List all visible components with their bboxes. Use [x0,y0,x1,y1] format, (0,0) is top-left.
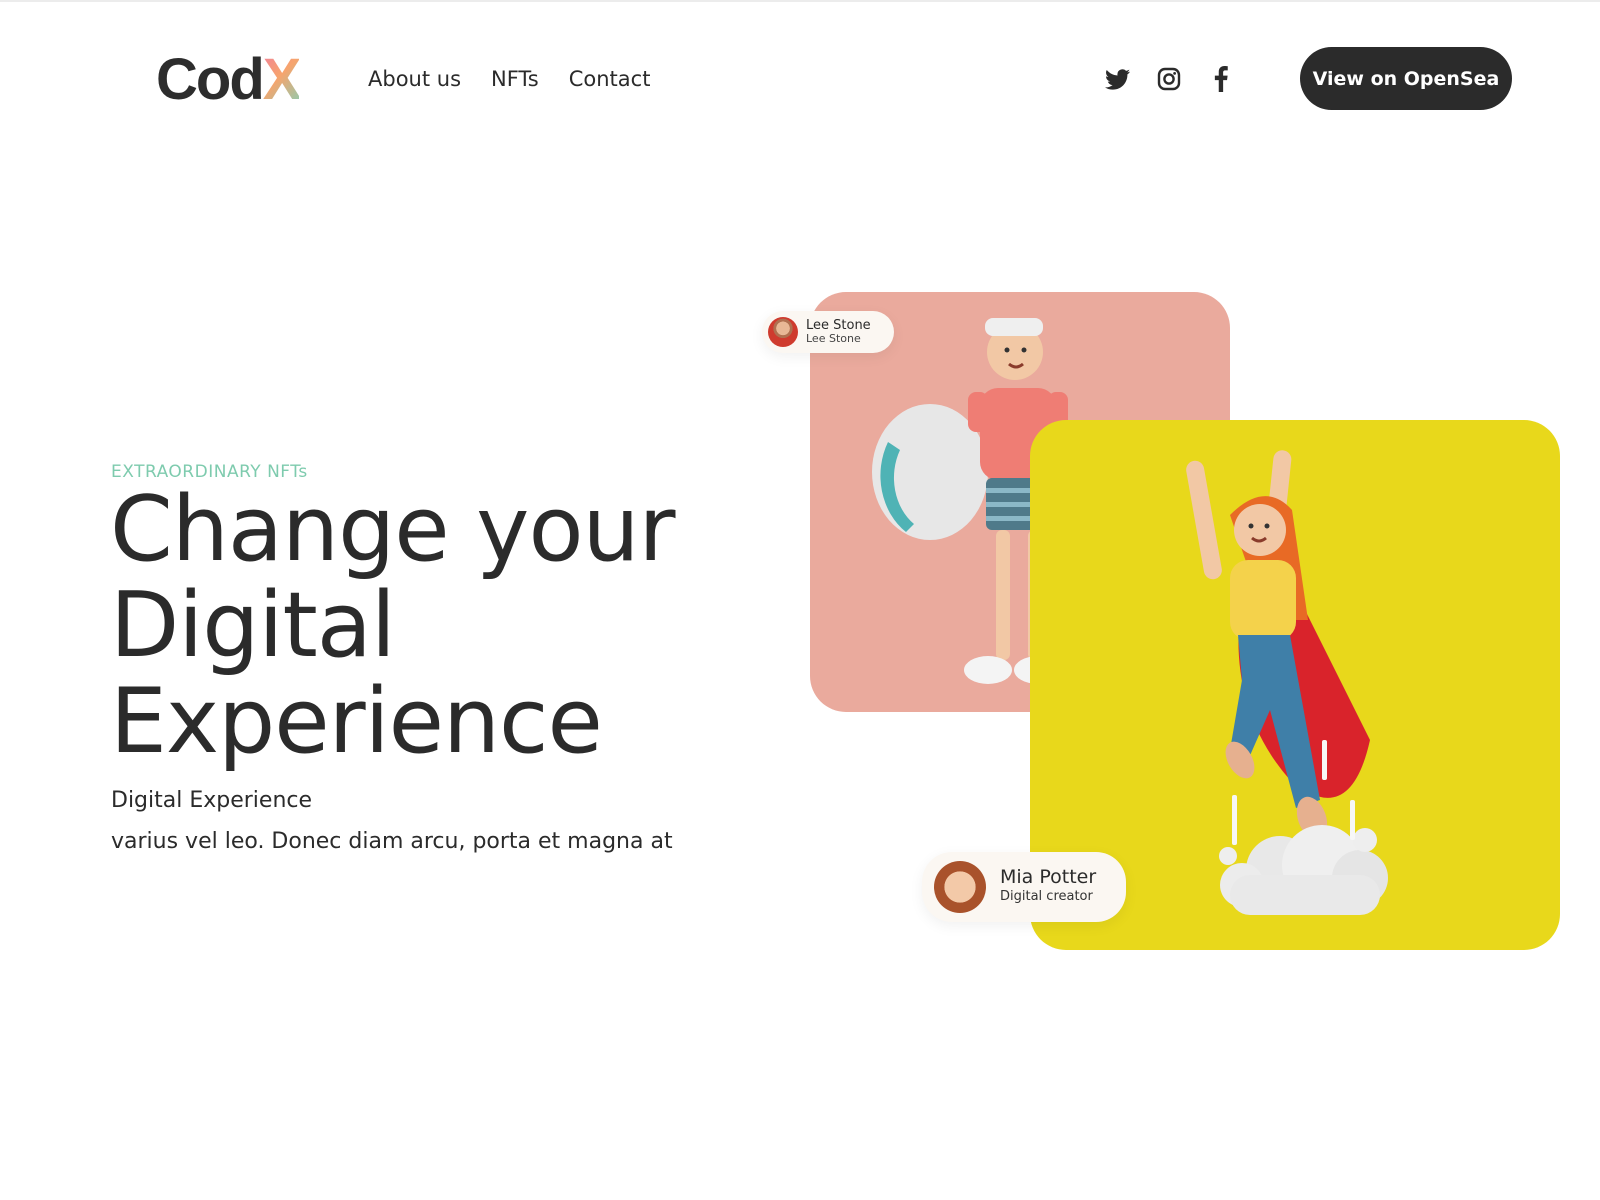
creator-role: Digital creator [1000,889,1093,904]
nav-link-nfts[interactable]: NFTs [491,64,539,94]
site-header: CodX About us NFTs Contact View on OpenS… [0,0,1600,160]
codx-logo[interactable]: CodX [156,46,302,114]
instagram-icon[interactable] [1156,66,1182,92]
logo-text: Cod [156,47,265,112]
avatar [768,317,798,347]
creator-tag-mia[interactable]: Mia Potter Digital creator [922,852,1126,922]
nav-link-about-us[interactable]: About us [368,64,461,94]
creator-tag-lee[interactable]: Lee Stone Lee Stone [762,311,894,353]
hero-body: varius vel leo. Donec diam arcu, porta e… [111,829,673,854]
twitter-icon[interactable] [1104,66,1130,92]
main-nav: About us NFTs Contact [368,64,650,94]
facebook-icon[interactable] [1208,66,1234,92]
social-links [1104,66,1234,92]
logo-accent-letter: X [262,47,302,112]
view-on-opensea-button[interactable]: View on OpenSea [1300,47,1512,110]
nav-link-contact[interactable]: Contact [569,64,651,94]
hero-subtitle: Digital Experience [111,788,313,813]
creator-role: Lee Stone [806,332,861,345]
creator-name: Mia Potter [1000,866,1097,888]
creator-name: Lee Stone [806,318,871,333]
avatar [934,861,986,913]
hero-headline: Change your Digital Experience [110,477,676,774]
